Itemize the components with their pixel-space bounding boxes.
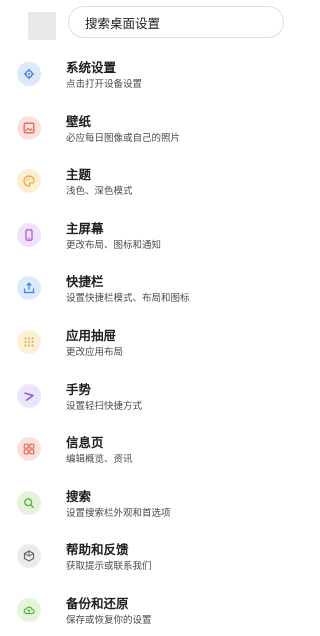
- image-icon: [17, 116, 41, 140]
- settings-item[interactable]: 系统设置点击打开设备设置: [0, 50, 304, 100]
- cloud-icon: [17, 598, 41, 622]
- settings-item[interactable]: 快捷栏设置快捷栏模式、布局和图标: [0, 264, 304, 314]
- grid-dots-icon: [17, 330, 41, 354]
- settings-item[interactable]: 帮助和反馈获取提示或联系我们: [0, 532, 304, 582]
- settings-item-subtitle: 必应每日图像或自己的照片: [66, 133, 181, 144]
- settings-item[interactable]: 主屏幕更改布局、图标和通知: [0, 211, 304, 261]
- settings-item-title: 主题: [66, 167, 92, 182]
- settings-item-title: 信息页: [66, 435, 104, 450]
- settings-item[interactable]: 备份和还原保存或恢复你的设置: [0, 586, 304, 636]
- settings-item-subtitle: 保存或恢复你的设置: [66, 615, 152, 626]
- gesture-icon: [17, 384, 41, 408]
- settings-item[interactable]: 搜索设置搜索栏外观和首选项: [0, 479, 304, 529]
- settings-item-subtitle: 设置快捷栏模式、布局和图标: [66, 293, 190, 304]
- settings-item-title: 搜索: [66, 489, 92, 504]
- settings-item[interactable]: 主题 浅色、深色模式: [0, 157, 304, 207]
- settings-item[interactable]: 手势设置轻扫快捷方式: [0, 372, 304, 422]
- palette-icon: [17, 169, 41, 193]
- settings-item-title: 系统设置: [66, 60, 117, 75]
- settings-item-subtitle: 设置搜索栏外观和首选项: [66, 508, 171, 519]
- phone-icon: [17, 223, 41, 247]
- help-icon: [17, 544, 41, 568]
- settings-item[interactable]: 信息页编辑概览、资讯: [0, 425, 304, 475]
- settings-item-title: 帮助和反馈: [66, 542, 129, 557]
- settings-item-subtitle: 设置轻扫快捷方式: [66, 401, 143, 412]
- settings-item-title: 应用抽屉: [66, 328, 117, 343]
- gear-icon: [17, 62, 41, 86]
- settings-item-subtitle: 编辑概览、资讯: [66, 454, 133, 465]
- settings-item-subtitle: 更改布局、图标和通知: [66, 240, 162, 251]
- header: 搜索桌面设置: [0, 0, 304, 44]
- settings-item-subtitle: 浅色、深色模式: [66, 186, 133, 197]
- search-input[interactable]: 搜索桌面设置: [68, 6, 284, 38]
- settings-item-title: 主屏幕: [66, 221, 104, 236]
- settings-item-subtitle: 更改应用布局: [66, 347, 124, 358]
- avatar[interactable]: [28, 12, 56, 40]
- search-placeholder: 搜索桌面设置: [85, 15, 161, 31]
- settings-item[interactable]: 壁纸必应每日图像或自己的照片: [0, 104, 304, 154]
- settings-item-title: 快捷栏: [66, 274, 104, 289]
- search-icon: [17, 491, 41, 515]
- settings-item[interactable]: 应用抽屉更改应用布局: [0, 318, 304, 368]
- settings-item-title: 壁纸: [66, 114, 92, 129]
- settings-item-subtitle: 点击打开设备设置: [66, 79, 143, 90]
- settings-item-title: 备份和还原: [66, 596, 129, 611]
- settings-item-title: 手势: [66, 382, 92, 397]
- feed-icon: [17, 437, 41, 461]
- dock-icon: [17, 276, 41, 300]
- settings-item-subtitle: 获取提示或联系我们: [66, 561, 152, 572]
